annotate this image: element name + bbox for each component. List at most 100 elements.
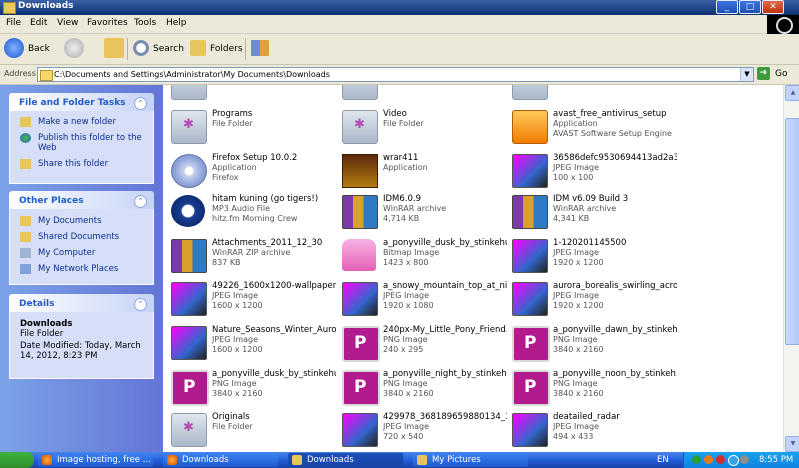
file-item[interactable]: a_ponyville_dusk_by_stinkehu... Bitmap Im… [338,236,508,278]
file-list-view[interactable]: File FolderFile FolderFile FolderProgram… [163,85,783,452]
search-button[interactable]: Search [133,38,184,60]
place-my-documents[interactable]: My Documents [38,216,102,226]
file-meta: 1423 x 800 [383,258,429,267]
forward-arrow-icon [64,38,84,58]
address-input[interactable]: C:\Documents and Settings\Administrator\… [37,67,754,82]
folders-button[interactable]: Folders [190,38,243,60]
file-meta: 1920 x 1200 [553,258,604,267]
close-button[interactable]: ✕ [762,0,784,14]
file-item[interactable]: Firefox Setup 10.0.2 Application Firefox [167,151,337,193]
place-my-network-places[interactable]: My Network Places [38,264,118,274]
panel-header[interactable]: File and Folder Tasks ⌃ [9,93,154,111]
title-bar[interactable]: Downloads _ □ ✕ [0,0,799,15]
file-item[interactable]: ProgramsFile Folder [167,107,337,149]
tray-icon[interactable] [704,455,713,464]
file-name: Nature_Seasons_Winter_Auro... [212,325,336,335]
file-type: JPEG Image [553,248,600,257]
start-button[interactable] [0,452,34,468]
file-type: File Folder [212,119,253,128]
file-meta: 3840 x 2160 [553,389,604,398]
file-item[interactable]: VideoFile Folder [338,107,508,149]
tray-icon[interactable] [692,455,701,464]
back-button[interactable]: Back [4,38,60,60]
taskbar-item-image-hosting[interactable]: Image hosting, free ... [38,453,153,467]
jpg-icon [512,154,548,188]
maximize-button[interactable]: □ [739,0,761,14]
vertical-scrollbar[interactable]: ▲ ▼ [783,85,799,452]
file-item[interactable]: avast_free_antivirus_setup Application AVA… [508,107,678,149]
file-item[interactable]: wrar411 Application [338,151,508,193]
file-item[interactable]: Attachments_2011_12_30 WinRAR ZIP archive… [167,236,337,278]
rar-icon [171,239,207,273]
details-modified: Date Modified: Today, March 14, 2012, 8:… [20,341,141,361]
folder-icon [171,85,207,100]
taskbar-item-downloads-folder[interactable]: Downloads [288,453,403,467]
file-name: 36586defc9530694413ad2a3... [553,153,677,163]
file-item[interactable]: 240px-My_Little_Pony_Friend...PNG Image2… [338,323,508,365]
file-item[interactable]: a_ponyville_dawn_by_stinkeh...PNG Image3… [508,323,678,365]
menu-file[interactable]: File [6,18,21,28]
scroll-down-button[interactable]: ▼ [785,436,799,452]
views-icon [251,40,269,56]
address-bar: Address C:\Documents and Settings\Admini… [0,65,799,85]
forward-button[interactable] [64,38,94,60]
file-meta: 1920 x 1200 [553,301,604,310]
jpg-icon [342,413,378,447]
file-item[interactable]: a_ponyville_night_by_stinkeh...PNG Image… [338,367,508,409]
file-item[interactable]: hitam kuning (go tigers!) MP3 Audio File h… [167,192,337,234]
search-icon [133,40,149,56]
menu-help[interactable]: Help [166,18,187,28]
file-item[interactable]: aurora_borealis_swirling_acro... JPEG Ima… [508,279,678,321]
up-folder-button[interactable] [104,38,124,60]
language-indicator[interactable]: EN [657,455,669,465]
place-my-computer[interactable]: My Computer [38,248,95,258]
tray-icon[interactable] [716,455,725,464]
task-make-new-folder[interactable]: Make a new folder [38,117,116,127]
my-computer-icon [20,248,31,258]
task-publish-to-web[interactable]: Publish this folder to the Web [38,133,148,153]
file-item[interactable]: File Folder [508,85,678,105]
taskbar-item-downloads-firefox[interactable]: Downloads [163,453,278,467]
file-item[interactable]: a_snowy_mountain_top_at_ni... JPEG Image 1… [338,279,508,321]
taskbar-item-my-pictures[interactable]: My Pictures [413,453,528,467]
file-item[interactable]: IDM6.0.9 WinRAR archive 4,714 KB [338,192,508,234]
file-item[interactable]: 36586defc9530694413ad2a3... JPEG Image 100… [508,151,678,193]
minimize-button[interactable]: _ [716,0,738,14]
place-shared-documents[interactable]: Shared Documents [38,232,119,242]
volume-icon[interactable] [740,455,749,464]
file-item[interactable]: OriginalsFile Folder [167,410,337,452]
file-item[interactable]: deatailed_radar JPEG Image 494 x 433 [508,410,678,452]
address-dropdown-button[interactable]: ▼ [740,68,753,81]
file-item[interactable]: File Folder [167,85,337,105]
file-type: WinRAR archive [383,204,447,213]
collapse-chevron-icon[interactable]: ⌃ [134,195,147,208]
collapse-chevron-icon[interactable]: ⌃ [134,298,147,311]
windows-logo [767,15,799,35]
collapse-chevron-icon[interactable]: ⌃ [134,97,147,110]
menu-edit[interactable]: Edit [30,18,47,28]
scroll-up-button[interactable]: ▲ [785,85,799,101]
file-item[interactable]: IDM v6.09 Build 3 WinRAR archive 4,341 KB [508,192,678,234]
file-item[interactable]: 49226_1600x1200-wallpaper-... JPEG Image 1… [167,279,337,321]
menu-view[interactable]: View [57,18,78,28]
views-button[interactable] [251,38,277,60]
file-item[interactable]: a_ponyville_noon_by_stinkeh...PNG Image3… [508,367,678,409]
task-share-folder[interactable]: Share this folder [38,159,108,169]
file-item[interactable]: 1-120201145500 JPEG Image 1920 x 1200 [508,236,678,278]
file-type: JPEG Image [383,291,430,300]
file-item[interactable]: a_ponyville_dusk_by_stinkehu...PNG Image… [167,367,337,409]
file-name: deatailed_radar [553,412,620,422]
png-icon [342,370,380,406]
menu-tools[interactable]: Tools [134,18,156,28]
file-item[interactable]: 429978_368189659880134_1... JPEG Image 720… [338,410,508,452]
panel-header[interactable]: Details ⌃ [9,294,154,312]
task-pane: File and Folder Tasks ⌃ Make a new folde… [0,85,163,452]
file-item[interactable]: File Folder [338,85,508,105]
menu-favorites[interactable]: Favorites [87,18,128,28]
folder-icon [3,2,16,14]
tray-icon[interactable] [728,455,739,466]
file-type: Application [212,163,257,172]
scroll-thumb[interactable] [785,118,799,345]
panel-header[interactable]: Other Places ⌃ [9,191,154,209]
file-item[interactable]: Nature_Seasons_Winter_Auro... JPEG Image 1… [167,323,337,365]
